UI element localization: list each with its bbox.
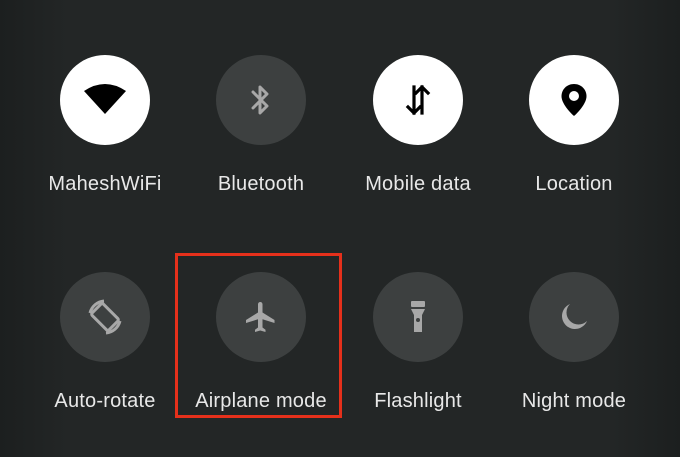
mobile-data-icon (405, 84, 431, 116)
flashlight-icon (411, 301, 425, 332)
mobile-data-toggle[interactable] (373, 55, 463, 145)
airplane-mode-highlight-box (175, 253, 342, 418)
tile-flashlight[interactable]: Flashlight (338, 272, 498, 413)
tile-night-mode[interactable]: Night mode (494, 272, 654, 413)
moon-icon (562, 304, 587, 329)
wifi-icon (84, 84, 126, 114)
bluetooth-toggle[interactable] (216, 55, 306, 145)
tile-label: Bluetooth (217, 173, 305, 195)
tile-label: MaheshWiFi (48, 173, 162, 195)
flashlight-toggle[interactable] (373, 272, 463, 362)
location-toggle[interactable] (529, 55, 619, 145)
tile-bluetooth[interactable]: Bluetooth (181, 55, 341, 196)
auto-rotate-toggle[interactable] (60, 272, 150, 362)
auto-rotate-icon (88, 299, 122, 335)
tile-label: Mobile data (365, 173, 471, 195)
wifi-toggle[interactable] (60, 55, 150, 145)
tile-label: Night mode (521, 390, 627, 412)
tile-location[interactable]: Location (494, 55, 654, 196)
tile-label: Location (535, 173, 613, 195)
tile-auto-rotate[interactable]: Auto-rotate (25, 272, 185, 413)
tile-label: Auto-rotate (54, 390, 156, 412)
tile-wifi[interactable]: MaheshWiFi (25, 55, 185, 196)
tile-label: Flashlight (374, 390, 462, 412)
bluetooth-icon (251, 85, 269, 115)
night-mode-toggle[interactable] (529, 272, 619, 362)
tile-mobile-data[interactable]: Mobile data (338, 55, 498, 196)
location-pin-icon (561, 84, 587, 116)
